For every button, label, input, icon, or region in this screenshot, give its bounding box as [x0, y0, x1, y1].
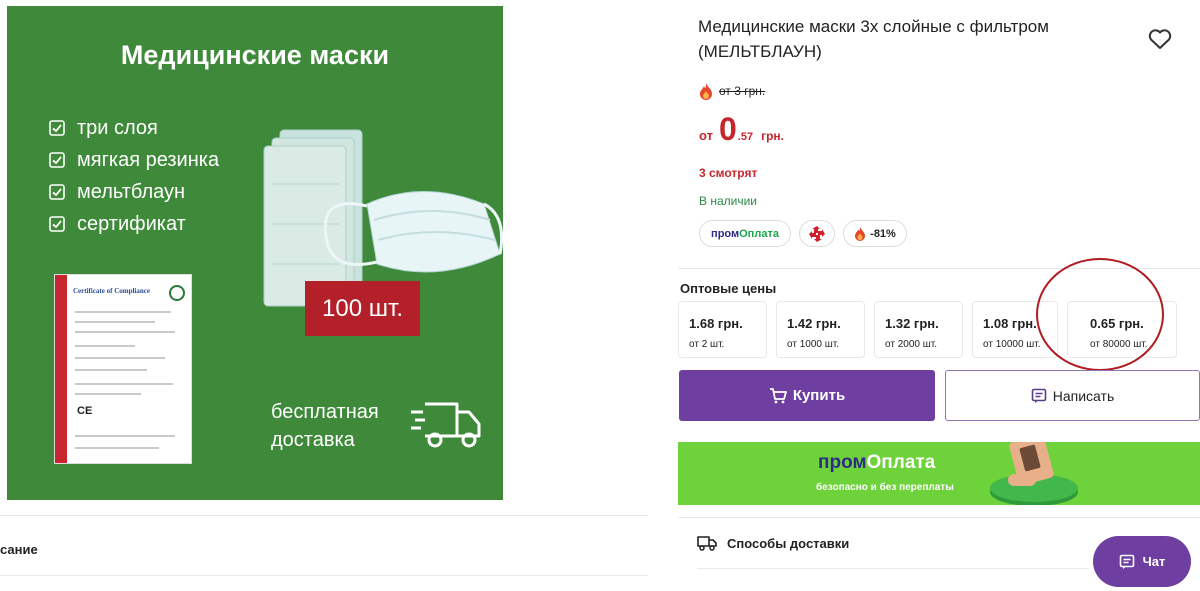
- truck-icon: [697, 536, 717, 551]
- delivery-badge[interactable]: [799, 220, 835, 247]
- tier-quantity: от 80000 шт.: [1090, 339, 1148, 350]
- current-price: от 0 .57 грн.: [699, 111, 784, 148]
- tier-price: 1.42 грн.: [787, 316, 841, 331]
- price-integer: 0: [718, 111, 737, 147]
- discount-value: -81%: [870, 227, 896, 240]
- certificate-title: Certificate of Compliance: [73, 287, 150, 295]
- feature-item: мельтблаун: [49, 176, 219, 208]
- wholesale-tier: 1.68 грн. от 2 шт.: [678, 301, 767, 358]
- price-from: от: [699, 128, 713, 143]
- image-title: Медицинские маски: [120, 40, 390, 70]
- badge-row: пром Оплата -81%: [699, 220, 907, 247]
- viewers-count: 3 смотрят: [699, 166, 758, 180]
- wholesale-tier: 1.08 грн. от 10000 шт.: [972, 301, 1058, 358]
- tier-quantity: от 1000 шт.: [787, 339, 839, 350]
- nova-poshta-icon: [809, 225, 825, 242]
- chat-button-label: Чат: [1142, 554, 1166, 569]
- fire-icon: [700, 83, 712, 100]
- checkbox-checked-icon: [49, 184, 65, 200]
- prom-badge-part1: пром: [711, 227, 740, 240]
- discount-badge: -81%: [843, 220, 907, 247]
- quantity-badge: 100 шт.: [305, 281, 420, 336]
- price-currency: грн.: [761, 129, 784, 143]
- tier-price: 1.32 грн.: [885, 316, 939, 331]
- feature-list: три слоя мягкая резинка мельтблаун серти…: [49, 112, 219, 240]
- wholesale-tiers: 1.68 грн. от 2 шт. 1.42 грн. от 1000 шт.…: [678, 301, 1177, 358]
- wholesale-tier: 1.32 грн. от 2000 шт.: [874, 301, 963, 358]
- wholesale-title: Оптовые цены: [680, 281, 777, 296]
- feature-item: сертификат: [49, 208, 219, 240]
- checkbox-checked-icon: [49, 120, 65, 136]
- write-button-label: Написать: [1052, 387, 1115, 404]
- feature-item: три слоя: [49, 112, 219, 144]
- feature-label: три слоя: [77, 116, 158, 139]
- cart-icon: [769, 387, 787, 403]
- promo-brand-part1: пром: [818, 452, 867, 473]
- certificate-logo-icon: [169, 285, 185, 301]
- stock-status: В наличии: [699, 194, 758, 208]
- checkbox-checked-icon: [49, 152, 65, 168]
- chat-button[interactable]: Чат: [1093, 536, 1191, 587]
- feature-label: мельтблаун: [77, 180, 186, 203]
- tier-price: 0.65 грн.: [1090, 316, 1144, 331]
- prom-badge-part2: Оплата: [739, 227, 779, 240]
- feature-item: мягкая резинка: [49, 144, 219, 176]
- product-image[interactable]: Медицинские маски три слоя мягкая резинк…: [7, 6, 503, 500]
- wholesale-tier: 1.42 грн. от 1000 шт.: [776, 301, 865, 358]
- tier-quantity: от 2000 шт.: [885, 339, 937, 350]
- delivery-truck-icon: [411, 402, 481, 448]
- free-delivery-text: бесплатная доставка: [271, 398, 379, 454]
- product-title: Медицинские маски 3х слойные с фильтром …: [698, 17, 1049, 61]
- buy-button-label: Купить: [792, 387, 846, 404]
- promo-brand-part2: Оплата: [866, 452, 936, 473]
- free-delivery-line2: доставка: [271, 429, 355, 451]
- message-icon: [1031, 388, 1047, 403]
- feature-label: сертификат: [77, 212, 186, 235]
- free-delivery-line1: бесплатная: [271, 401, 379, 423]
- fire-icon: [855, 226, 866, 241]
- heart-icon[interactable]: [1148, 28, 1172, 50]
- certificate-image: Certificate of Compliance CE: [54, 274, 192, 464]
- write-message-button[interactable]: Написать: [945, 370, 1200, 421]
- feature-label: мягкая резинка: [77, 148, 220, 171]
- price-fraction: .57: [737, 131, 754, 143]
- hand-phone-illustration: [990, 442, 1078, 505]
- checkbox-checked-icon: [49, 216, 65, 232]
- old-price: от 3 грн.: [719, 84, 766, 98]
- tier-price: 1.68 грн.: [689, 316, 743, 331]
- buy-button[interactable]: Купить: [679, 370, 935, 421]
- description-tab[interactable]: сание: [0, 542, 38, 557]
- tier-quantity: от 10000 шт.: [983, 339, 1041, 350]
- old-price-row: от 3 грн.: [699, 82, 765, 100]
- ce-mark: CE: [77, 405, 93, 417]
- prom-oplata-badge[interactable]: пром Оплата: [699, 220, 791, 247]
- promo-brand: промОплата: [818, 452, 935, 474]
- chat-icon: [1119, 554, 1134, 569]
- delivery-methods-label: Способы доставки: [727, 535, 850, 551]
- delivery-methods-section[interactable]: Способы доставки: [697, 535, 849, 551]
- prom-oplata-banner[interactable]: промОплата безопасно и без переплаты: [678, 442, 1200, 505]
- tier-quantity: от 2 шт.: [689, 339, 725, 350]
- tier-price: 1.08 грн.: [983, 316, 1037, 331]
- wholesale-tier: 0.65 грн. от 80000 шт.: [1067, 301, 1177, 358]
- promo-tagline: безопасно и без переплаты: [816, 482, 954, 493]
